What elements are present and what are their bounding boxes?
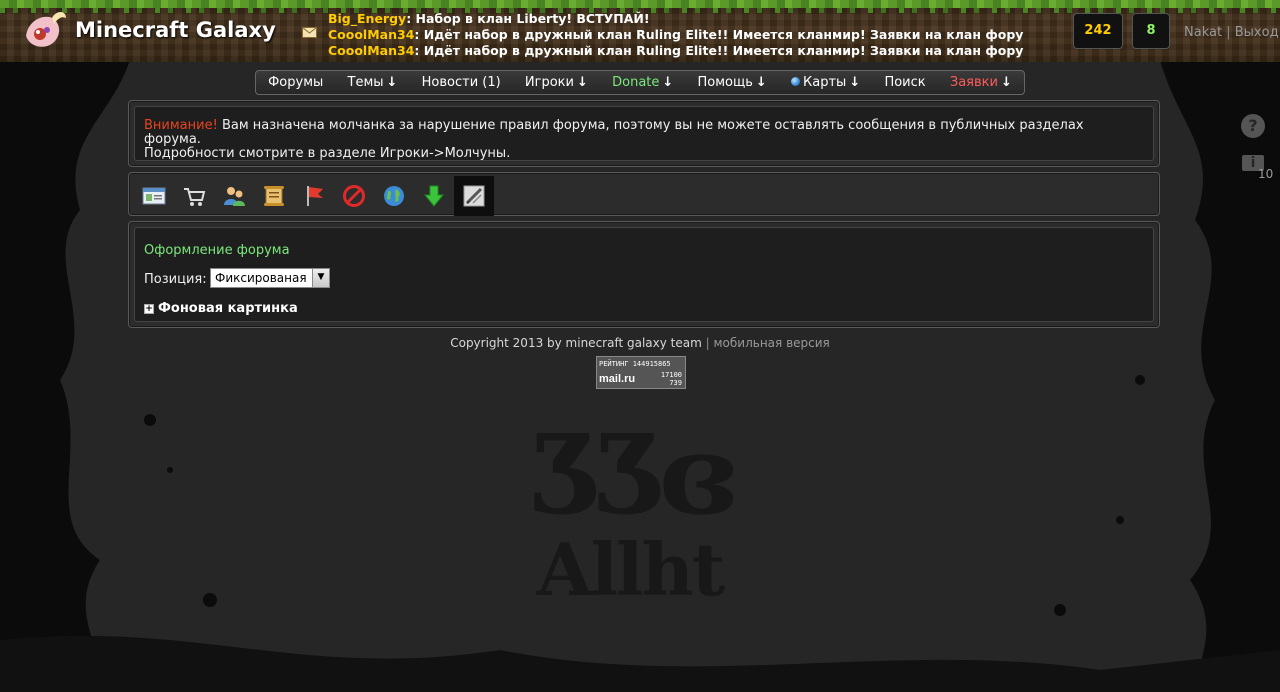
counter-value: 739 <box>669 379 682 387</box>
mailru-logo: mail.ru <box>599 373 636 385</box>
site-title[interactable]: Minecraft Galaxy <box>75 18 276 42</box>
position-label: Позиция: <box>144 272 207 287</box>
nav-applications[interactable]: Заявки ↓ <box>950 75 1012 90</box>
ban-icon <box>343 185 365 207</box>
position-select-value: Фиксированая <box>215 271 307 285</box>
nav-topics[interactable]: Темы ↓ <box>348 75 398 90</box>
report-button[interactable] <box>294 176 334 216</box>
history-button[interactable] <box>254 176 294 216</box>
nav-label: Темы <box>347 75 384 90</box>
dropdown-arrow-icon: ↓ <box>755 75 767 90</box>
nav-maps[interactable]: Карты ↓ <box>791 75 860 90</box>
nav-label: Поиск <box>884 75 926 90</box>
minecraft-galaxy-logo-icon[interactable] <box>22 8 68 52</box>
dropdown-arrow-icon: ↓ <box>662 75 674 90</box>
mailru-rating-counter[interactable]: РЕЙТИНГ 144915865 mail.ru 17100 739 <box>596 356 686 389</box>
nav-search[interactable]: Поиск <box>884 75 925 90</box>
ignore-button[interactable] <box>334 176 374 216</box>
background-watermark-graphic: ƷƷɞ Allht <box>530 410 737 612</box>
user-links: Nakat | Выход <box>1184 25 1279 40</box>
nav-label: Помощь <box>697 75 753 90</box>
nav-label: Игроки <box>524 75 574 90</box>
forum-design-panel: Оформление форума Позиция: Фиксированая … <box>128 221 1160 328</box>
shout-user[interactable]: Big_Energy <box>328 11 406 26</box>
dropdown-arrow-icon: ↓ <box>386 75 398 90</box>
grass-border <box>0 0 1280 8</box>
download-button[interactable] <box>414 176 454 216</box>
scroll-icon <box>264 186 284 206</box>
main-navigation: Форумы Темы ↓ Новости (1) Игроки ↓ Donate ↓… <box>255 70 1025 95</box>
footer: Copyright 2013 by minecraft galaxy team … <box>0 336 1280 350</box>
shout-text: : Идёт набор в дружный клан Ruling Elite… <box>414 27 1024 42</box>
friends-button[interactable] <box>214 176 254 216</box>
logout-link[interactable]: Выход <box>1235 25 1279 40</box>
shoutbox: Big_Energy: Набор в клан Liberty! ВСТУПА… <box>328 11 1023 59</box>
position-select[interactable]: Фиксированая ▼ <box>210 268 330 288</box>
help-icon[interactable]: ? <box>1241 114 1265 138</box>
profile-card-button[interactable] <box>134 176 174 216</box>
dropdown-arrow-icon: ↓ <box>1000 75 1012 90</box>
notice-body: Вам назначена молчанка за нарушение прав… <box>144 118 1084 147</box>
profile-toolbar <box>134 176 494 216</box>
site-header: Minecraft Galaxy Big_Energy: Набор в кла… <box>0 0 1280 62</box>
counter-value: 17100 <box>660 371 682 379</box>
nav-label: Donate <box>612 75 660 90</box>
flag-icon <box>307 186 323 206</box>
username-link[interactable]: Nakat <box>1184 25 1222 40</box>
dropdown-arrow-icon: ↓ <box>576 75 588 90</box>
nav-help[interactable]: Помощь ↓ <box>698 75 767 90</box>
profile-card-icon <box>142 187 166 205</box>
mobile-version-link[interactable]: мобильная версия <box>714 336 830 350</box>
brush-icon <box>463 185 485 207</box>
nav-label: Карты <box>803 75 847 90</box>
nav-label: Новости (1) <box>421 75 501 90</box>
shout-text: : Идёт набор в дружный клан Ruling Elite… <box>414 43 1024 58</box>
profile-toolbar-panel <box>128 172 1160 216</box>
nav-donate[interactable]: Donate ↓ <box>612 75 673 90</box>
shop-button[interactable] <box>174 176 214 216</box>
mute-notice-text: Внимание! Вам назначена молчанка за нару… <box>144 119 1144 161</box>
shout-text: : Набор в клан Liberty! ВСТУПАЙ! <box>406 11 650 26</box>
chevron-down-icon[interactable]: ▼ <box>312 269 329 287</box>
messages-counter[interactable]: 8 <box>1132 13 1170 49</box>
shout-message: Big_Energy: Набор в клан Liberty! ВСТУПА… <box>328 11 1023 27</box>
world-button[interactable] <box>374 176 414 216</box>
background-image-toggle[interactable]: + Фоновая картинка <box>144 301 298 316</box>
dropdown-arrow-icon: ↓ <box>849 75 861 90</box>
envelope-icon <box>302 27 317 38</box>
counter-title: РЕЙТИНГ 144915865 <box>599 360 671 368</box>
download-arrow-icon <box>423 185 445 207</box>
shout-message: CooolMan34: Идёт набор в дружный клан Ru… <box>328 27 1023 43</box>
globe-icon <box>384 186 404 206</box>
nav-news[interactable]: Новости (1) <box>422 75 501 90</box>
expand-plus-icon: + <box>144 303 154 314</box>
nav-label: Заявки <box>949 75 998 90</box>
separator: | <box>1226 25 1231 40</box>
cart-icon <box>184 188 206 206</box>
nav-forums[interactable]: Форумы <box>268 75 323 90</box>
copyright-text: Copyright 2013 by minecraft galaxy team <box>450 336 702 350</box>
mute-notice-panel: Внимание! Вам назначена молчанка за нару… <box>128 100 1160 167</box>
points-counter[interactable]: 242 <box>1073 13 1123 49</box>
section-title: Оформление форума <box>144 243 290 258</box>
notice-details: Подробности смотрите в разделе Игроки->М… <box>144 146 511 161</box>
nav-players[interactable]: Игроки ↓ <box>525 75 588 90</box>
shout-user[interactable]: CooolMan34 <box>328 27 414 42</box>
shout-message: CooolMan34: Идёт набор в дружный клан Ru… <box>328 43 1023 59</box>
users-icon <box>224 187 245 206</box>
forum-design-button[interactable] <box>454 176 494 216</box>
shout-user[interactable]: CooolMan34 <box>328 43 414 58</box>
globe-icon <box>791 77 801 86</box>
background-image-label: Фоновая картинка <box>158 301 298 316</box>
info-count-badge: 10 <box>1258 167 1274 181</box>
warning-label: Внимание! <box>144 118 218 133</box>
nav-label: Форумы <box>268 75 324 90</box>
footer-separator: | <box>705 336 710 350</box>
